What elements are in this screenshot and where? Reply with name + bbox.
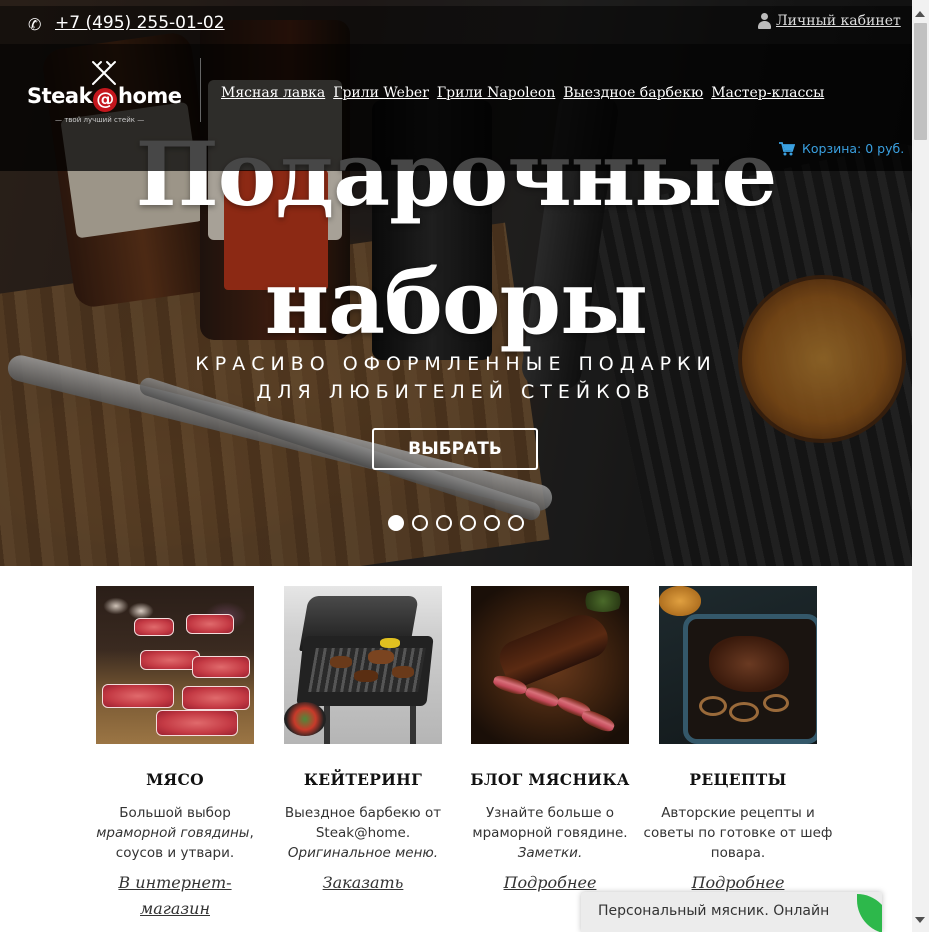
phone-link[interactable]: +7 (495) 255-01-02: [55, 13, 225, 33]
card-description: Узнайте больше о мраморной говядине. Зам…: [472, 805, 628, 861]
grill-image[interactable]: [284, 586, 442, 744]
top-bar: ✆ +7 (495) 255-01-02 Личный кабинет: [0, 6, 912, 44]
card-title: РЕЦЕПТЫ: [689, 770, 787, 789]
nav-weber-grills[interactable]: Грили Weber: [333, 85, 429, 101]
card-description: Большой выбор мраморной говядины, соусов…: [96, 805, 254, 861]
card-catering: КЕЙТЕРИНГ Выездное барбекю от Steak@home…: [268, 586, 458, 896]
card-title: МЯСО: [146, 770, 204, 789]
slider-dot-3[interactable]: [436, 515, 452, 531]
cart-icon: [779, 141, 795, 155]
scroll-down-arrow-icon[interactable]: [915, 917, 925, 923]
logo-tagline: — твой лучший стейк —: [55, 116, 145, 124]
main-header: Steak @ home — твой лучший стейк — Мясная …: [0, 44, 912, 171]
personal-account-link[interactable]: Личный кабинет: [776, 13, 901, 29]
scroll-thumb[interactable]: [914, 23, 927, 140]
card-recipes: РЕЦЕПТЫ Авторские рецепты и советы по го…: [643, 586, 833, 896]
card-butcher-blog: БЛОГ МЯСНИКА Узнайте больше о мраморной …: [455, 586, 645, 896]
slider-dot-1[interactable]: [388, 515, 404, 531]
chat-label: Персональный мясник. Онлайн: [598, 903, 830, 919]
cart-link[interactable]: Корзина: 0 руб.: [779, 141, 904, 156]
slider-dots: [388, 515, 524, 531]
nav-outdoor-bbq[interactable]: Выездное барбекю: [563, 85, 703, 101]
card-title: КЕЙТЕРИНГ: [303, 770, 423, 789]
shop-link[interactable]: В интернет-магазин: [115, 870, 235, 922]
cart-label: Корзина: 0 руб.: [802, 141, 905, 156]
logo-name-part2: home: [118, 84, 182, 108]
crossed-forks-icon: [92, 61, 116, 85]
meat-image[interactable]: [96, 586, 254, 744]
phone-icon: ✆: [28, 15, 42, 34]
logo-name-part1: Steak: [27, 84, 93, 108]
logo[interactable]: Steak @ home — твой лучший стейк —: [27, 60, 182, 130]
hero-subtitle-line2: ДЛЯ ЛЮБИТЕЛЕЙ СТЕЙКОВ: [256, 381, 656, 403]
page-scrollbar[interactable]: [912, 0, 929, 932]
blog-steak-image[interactable]: [471, 586, 629, 744]
card-meat: МЯСО Большой выбор мраморной говядины, с…: [80, 586, 270, 922]
user-icon: [758, 13, 771, 29]
chat-widget[interactable]: Персональный мясник. Онлайн: [581, 892, 882, 932]
choose-button[interactable]: ВЫБРАТЬ: [372, 428, 538, 470]
slider-dot-5[interactable]: [484, 515, 500, 531]
nav-meat-shop[interactable]: Мясная лавка: [221, 85, 325, 101]
recipe-image[interactable]: [659, 586, 817, 744]
main-nav: Мясная лавка Грили Weber Грили Napoleon …: [221, 85, 824, 101]
chat-leaf-icon: [857, 894, 882, 932]
hero-title-line2: наборы: [264, 250, 649, 354]
logo-at: @: [93, 88, 118, 112]
nav-napoleon-grills[interactable]: Грили Napoleon: [437, 85, 555, 101]
slider-dot-6[interactable]: [508, 515, 524, 531]
slider-dot-2[interactable]: [412, 515, 428, 531]
header-divider: [200, 58, 201, 122]
nav-master-classes[interactable]: Мастер-классы: [711, 85, 824, 101]
card-description: Выездное барбекю от Steak@home. Оригинал…: [284, 805, 442, 861]
hero-subtitle-line1: КРАСИВО ОФОРМЛЕННЫЕ ПОДАРКИ: [195, 353, 717, 375]
order-link[interactable]: Заказать: [323, 870, 404, 896]
logo-wordmark: Steak @ home: [27, 84, 182, 112]
scroll-up-arrow-icon[interactable]: [915, 11, 925, 17]
card-description: Авторские рецепты и советы по готовке от…: [643, 805, 833, 861]
card-title: БЛОГ МЯСНИКА: [470, 770, 630, 789]
slider-dot-4[interactable]: [460, 515, 476, 531]
